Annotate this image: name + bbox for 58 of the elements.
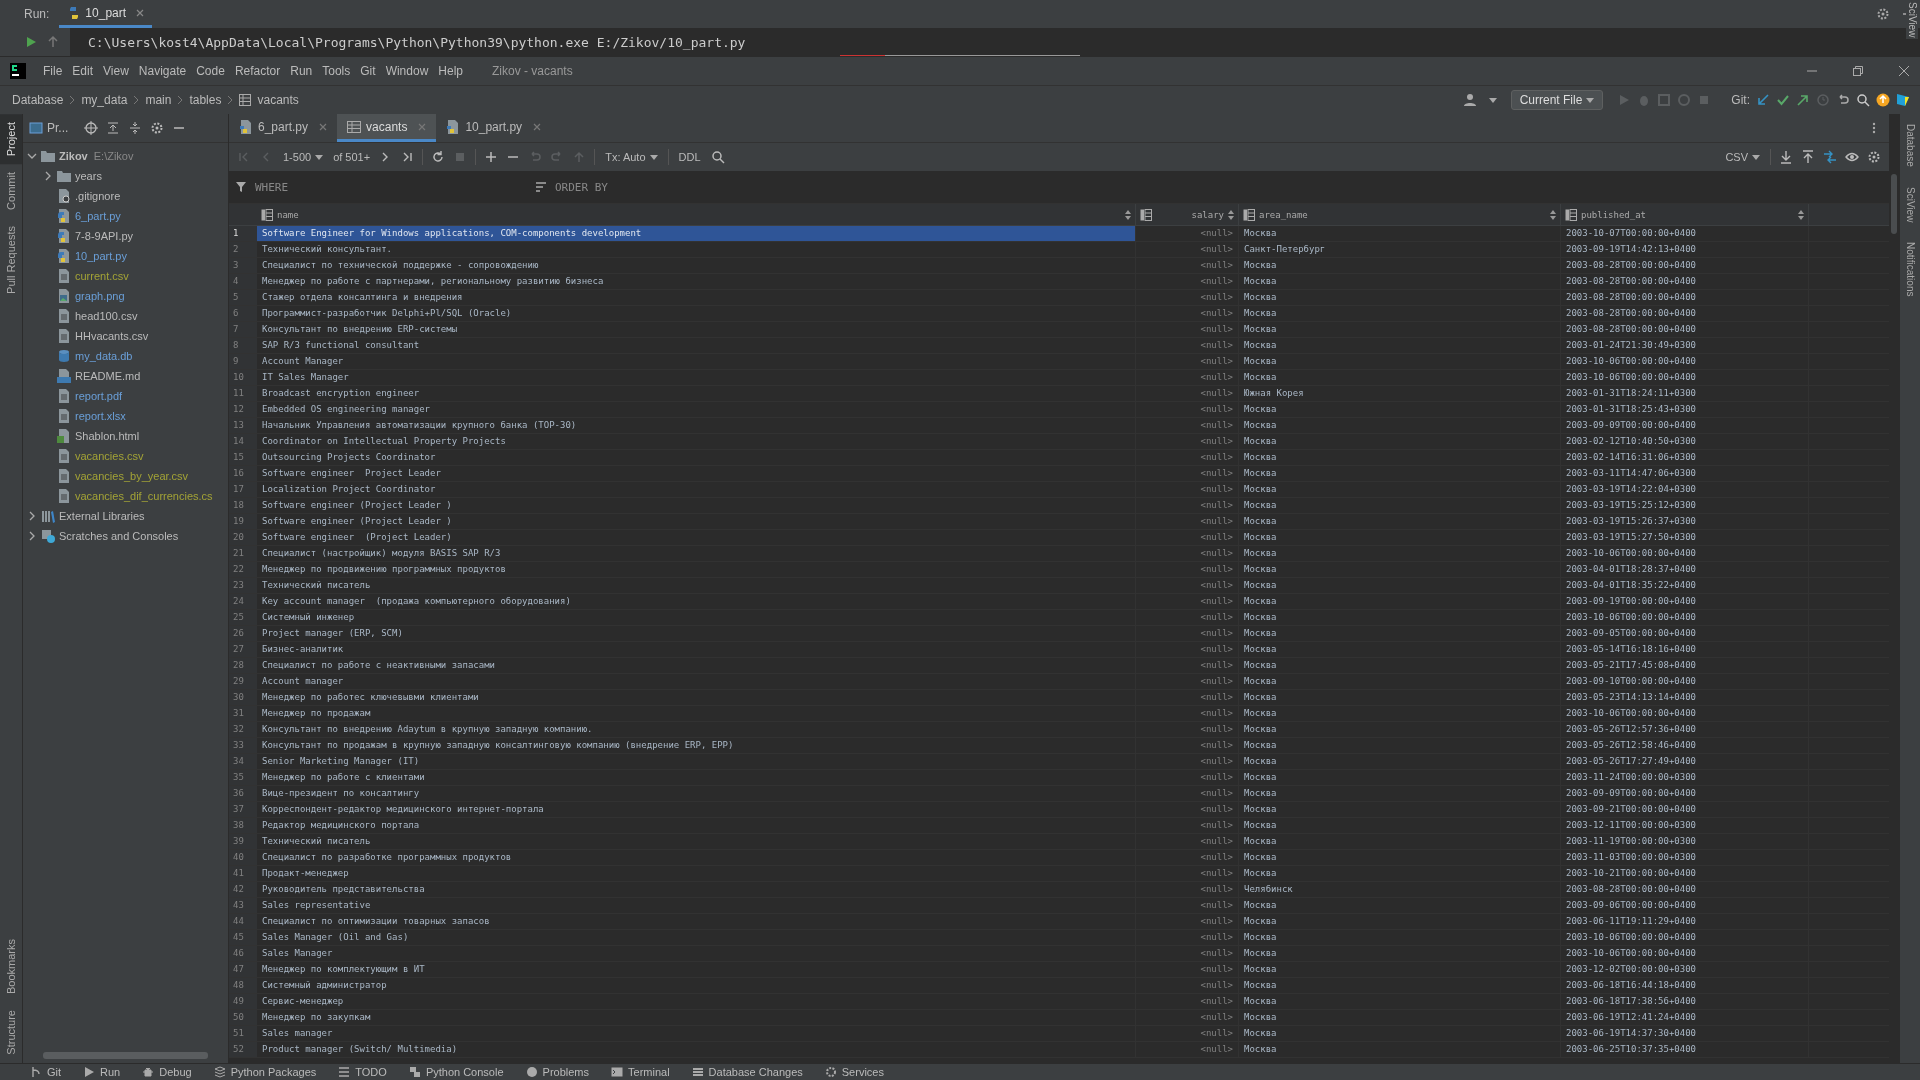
- row-number: 42: [229, 882, 257, 897]
- command-line: C:\Users\kost4\AppData\Local\Programs\Python\Python39\python.exe E:/Zikov/10_part.py: [87, 34, 746, 50]
- row-number: 25: [229, 610, 257, 625]
- row-number: 27: [229, 642, 257, 657]
- row-number: 46: [229, 946, 257, 961]
- row-number: 44: [229, 914, 257, 929]
- row-number: 17: [229, 482, 257, 497]
- row-number: 20: [229, 530, 257, 545]
- row-number: 24: [229, 594, 257, 609]
- row-number: 50: [229, 1010, 257, 1025]
- row-number: 26: [229, 626, 257, 641]
- row-number: 3: [229, 258, 257, 273]
- row-number: 45: [229, 930, 257, 945]
- row-number: 12: [229, 402, 257, 417]
- git-label: Git:: [1731, 93, 1750, 107]
- row-number: 14: [229, 434, 257, 449]
- row-number: 41: [229, 866, 257, 881]
- row-number: 31: [229, 706, 257, 721]
- row-number: 47: [229, 962, 257, 977]
- row-number: 9: [229, 354, 257, 369]
- row-number: 7: [229, 322, 257, 337]
- row-number: 22: [229, 562, 257, 577]
- row-number: 29: [229, 674, 257, 689]
- row-number: 16: [229, 466, 257, 481]
- row-number: 32: [229, 722, 257, 737]
- row-number: 43: [229, 898, 257, 913]
- row-number: 39: [229, 834, 257, 849]
- row-number: 8: [229, 338, 257, 353]
- row-number: 40: [229, 850, 257, 865]
- total-count: of 501+: [333, 151, 371, 163]
- window-title: Zikov - vacants: [492, 64, 573, 78]
- row-number: 35: [229, 770, 257, 785]
- row-number: 33: [229, 738, 257, 753]
- row-number: 11: [229, 386, 257, 401]
- row-number: 5: [229, 290, 257, 305]
- row-number: 49: [229, 994, 257, 1009]
- row-number: 23: [229, 578, 257, 593]
- row-number: 48: [229, 978, 257, 993]
- row-number: 18: [229, 498, 257, 513]
- row-number: 28: [229, 658, 257, 673]
- row-number: 2: [229, 242, 257, 257]
- row-number: 15: [229, 450, 257, 465]
- row-number: 52: [229, 1042, 257, 1057]
- row-number: 51: [229, 1026, 257, 1041]
- path-hint: E:\Zikov: [93, 150, 134, 162]
- row-number: 10: [229, 370, 257, 385]
- row-number: 6: [229, 306, 257, 321]
- row-number: 36: [229, 786, 257, 801]
- row-number: 4: [229, 274, 257, 289]
- row-number: 30: [229, 690, 257, 705]
- row-number: 34: [229, 754, 257, 769]
- row-number: 21: [229, 546, 257, 561]
- row-number: 37: [229, 802, 257, 817]
- row-number: 1: [229, 226, 257, 241]
- row-number: 13: [229, 418, 257, 433]
- row-number: 38: [229, 818, 257, 833]
- row-number: 19: [229, 514, 257, 529]
- run-label: Run:: [24, 7, 50, 21]
